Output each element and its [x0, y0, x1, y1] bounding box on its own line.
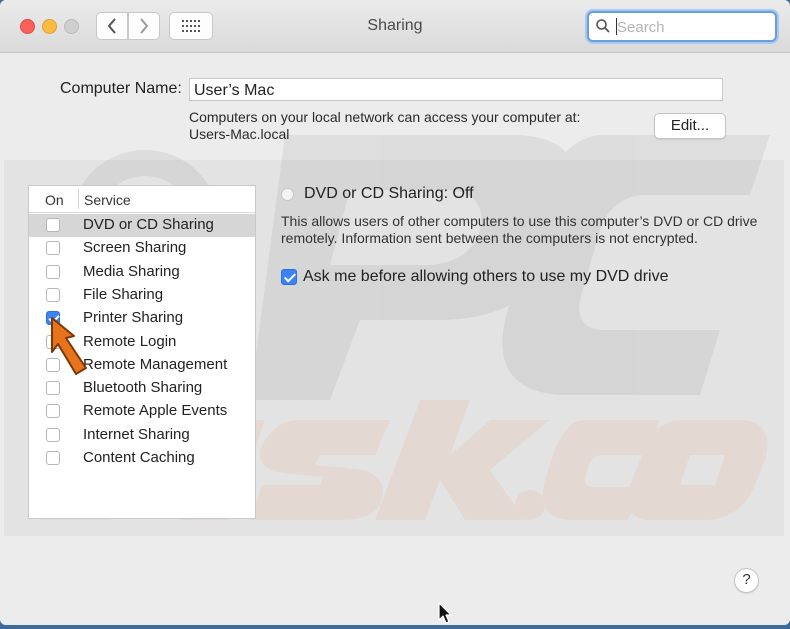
service-row[interactable]: Screen Sharing: [29, 237, 255, 260]
title-bar: Sharing: [0, 0, 790, 53]
ask-before-allowing-label[interactable]: Ask me before allowing others to use my …: [303, 268, 668, 286]
bottom-area: [0, 536, 790, 625]
service-status: DVD or CD Sharing: Off: [304, 185, 474, 202]
pointer-arrow-icon: [51, 317, 87, 375]
service-label: Content Caching: [83, 449, 195, 466]
service-row[interactable]: DVD or CD Sharing: [29, 214, 255, 237]
network-address-line: Computers on your local network can acce…: [189, 109, 581, 125]
service-label: File Sharing: [83, 285, 164, 303]
search-icon: [596, 19, 610, 33]
service-label: Remote Login: [83, 332, 177, 350]
description-line: This allows users of other computers to …: [281, 213, 758, 229]
service-description: This allows users of other computers to …: [281, 213, 761, 247]
service-label: Screen Sharing: [83, 239, 187, 257]
ask-before-allowing-checkbox[interactable]: [281, 269, 297, 285]
column-divider: [78, 189, 79, 209]
service-checkbox[interactable]: [46, 264, 60, 279]
service-row[interactable]: Content Caching: [29, 447, 255, 470]
service-checkbox[interactable]: [46, 404, 60, 419]
edit-hostname-button[interactable]: Edit...: [654, 113, 726, 139]
help-button[interactable]: ?: [734, 568, 759, 593]
service-label: DVD or CD Sharing: [83, 216, 214, 233]
description-line: remotely. Information sent between the c…: [281, 230, 698, 246]
service-checkbox[interactable]: [46, 241, 60, 256]
service-checkbox[interactable]: [46, 381, 60, 396]
text-caret: [616, 18, 617, 35]
service-label: Bluetooth Sharing: [83, 379, 203, 397]
column-header-service[interactable]: Service: [84, 192, 131, 208]
service-list-header: On Service: [29, 186, 255, 213]
status-indicator-icon: [281, 188, 294, 201]
service-row[interactable]: Bluetooth Sharing: [29, 377, 255, 400]
mouse-cursor-icon: [438, 602, 452, 624]
service-label: Media Sharing: [83, 262, 180, 280]
service-label: Internet Sharing: [83, 425, 190, 443]
local-hostname: Users-Mac.local: [189, 126, 290, 142]
service-row[interactable]: File Sharing: [29, 284, 255, 307]
service-label: Printer Sharing: [83, 309, 184, 327]
computer-name-label: Computer Name:: [60, 80, 182, 97]
service-checkbox[interactable]: [46, 427, 60, 442]
search-input[interactable]: [615, 16, 769, 38]
service-row[interactable]: Media Sharing: [29, 261, 255, 284]
service-checkbox[interactable]: [46, 287, 60, 302]
sharing-window: Sharing Computer Name: User’: [0, 0, 790, 625]
service-row[interactable]: Remote Apple Events: [29, 400, 255, 423]
service-label: Remote Apple Events: [83, 402, 228, 420]
computer-name-field[interactable]: User’s Mac: [189, 78, 723, 101]
computer-name-area: [0, 53, 790, 160]
search-field[interactable]: [587, 11, 777, 42]
network-address-text: Computers on your local network can acce…: [189, 109, 580, 143]
column-header-on[interactable]: On: [45, 192, 64, 208]
service-label: Remote Management: [83, 355, 228, 373]
service-checkbox[interactable]: [46, 451, 60, 465]
service-row[interactable]: Internet Sharing: [29, 424, 255, 447]
service-checkbox[interactable]: [46, 218, 60, 232]
